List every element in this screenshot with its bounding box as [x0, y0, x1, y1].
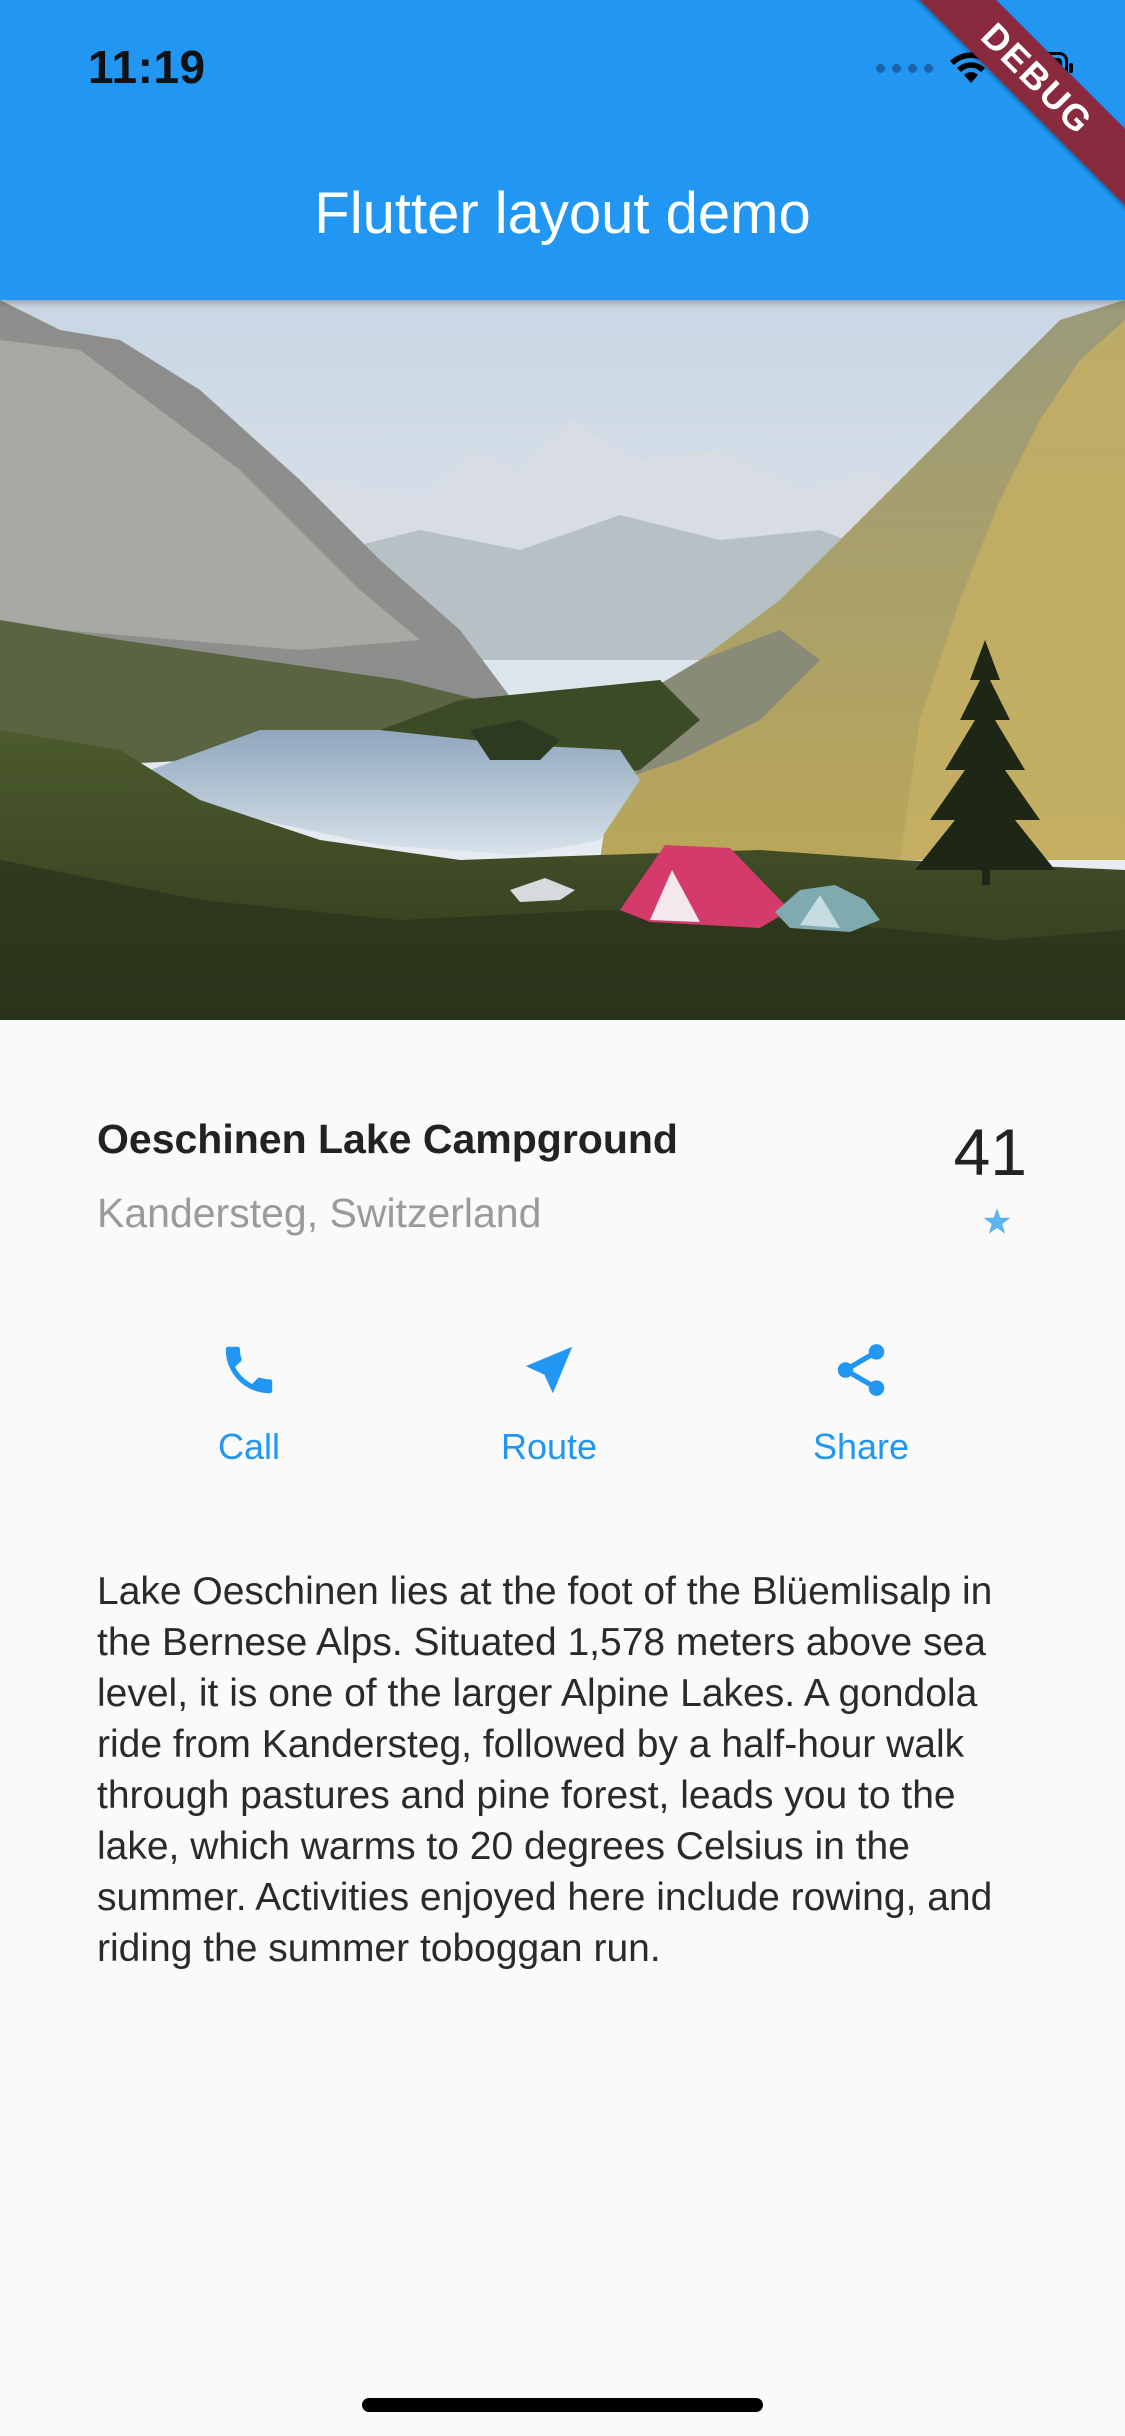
- call-label: Call: [217, 1426, 280, 1467]
- share-label: Share: [812, 1426, 910, 1467]
- route-label: Route: [500, 1426, 598, 1467]
- app-bar: 11:19 DEBUG Flutter layout demo: [0, 0, 1125, 300]
- navigation-arrow-icon: [525, 1346, 573, 1394]
- place-name: Oeschinen Lake Campground: [97, 1116, 678, 1162]
- description-text: Lake Oeschinen lies at the foot of the B…: [97, 1570, 993, 1970]
- place-location: Kandersteg, Switzerland: [97, 1190, 542, 1236]
- rating-count: 41: [953, 1115, 1027, 1189]
- share-button[interactable]: Share: [741, 1330, 981, 1468]
- call-button[interactable]: Call: [129, 1330, 369, 1468]
- lake-photo: [0, 300, 1125, 1020]
- star-icon[interactable]: [983, 1208, 1011, 1235]
- share-icon: [837, 1344, 885, 1396]
- home-indicator[interactable]: [362, 2398, 763, 2412]
- phone-icon: [225, 1346, 273, 1394]
- route-button[interactable]: Route: [429, 1330, 669, 1468]
- cellular-signal-icon: [876, 63, 933, 73]
- title-section: Oeschinen Lake Campground Kandersteg, Sw…: [97, 1110, 1027, 1250]
- status-time: 11:19: [88, 41, 206, 93]
- page-title: Flutter layout demo: [314, 181, 811, 246]
- button-section: Call Route Share: [0, 1330, 1125, 1490]
